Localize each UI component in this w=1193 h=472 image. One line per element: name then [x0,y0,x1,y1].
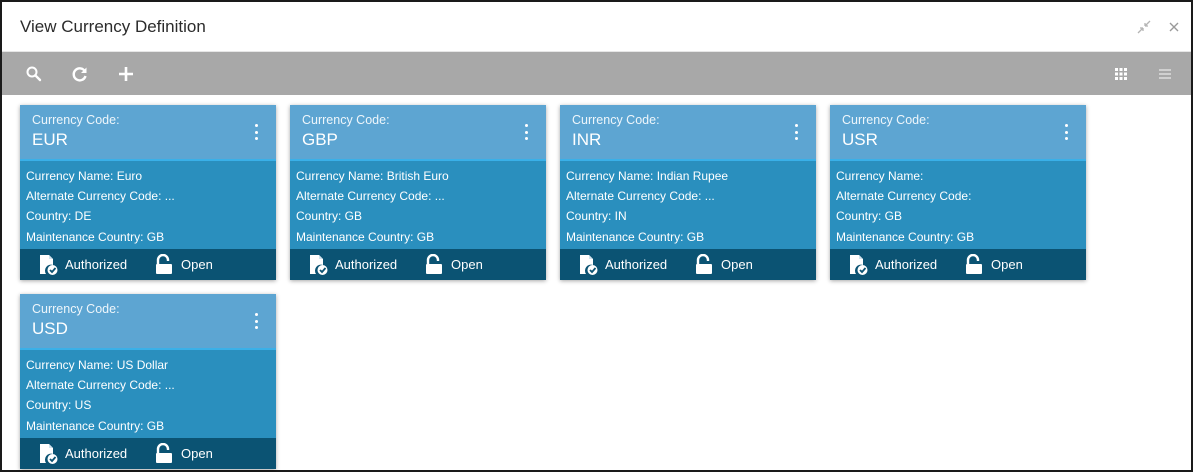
card-footer: Authorized Open [830,249,1086,280]
maintenance-country: Maintenance Country: GB [836,229,975,244]
card-header: Currency Code: USR [830,105,1086,161]
maintenance-country: Maintenance Country: GB [566,229,705,244]
more-options-icon[interactable] [250,311,262,331]
currency-code-label: Currency Code: [32,302,120,316]
open-label: Open [181,257,213,272]
country: Country: GB [836,209,903,224]
country: Country: IN [566,209,627,224]
authorization-status: Authorized [846,253,962,277]
currency-code-value: EUR [32,130,68,149]
window-title: View Currency Definition [20,16,206,36]
open-label: Open [181,446,213,461]
card-details: Currency Name: Alternate Currency Code: … [830,161,1086,249]
card-footer: Authorized Open [20,249,276,280]
maintenance-country: Maintenance Country: GB [296,229,435,244]
unlock-icon [962,253,986,277]
more-options-icon[interactable] [790,122,802,142]
card-header: Currency Code: USD [20,294,276,350]
country: Country: US [26,398,92,413]
card-header: Currency Code: GBP [290,105,546,161]
record-status: Open [422,253,483,277]
card-header: Currency Code: EUR [20,105,276,161]
currency-card[interactable]: Currency Code: INR Currency Name: Indian… [560,105,816,280]
currency-name: Currency Name: Euro [26,169,143,183]
authorized-label: Authorized [605,257,668,272]
authorized-label: Authorized [875,257,938,272]
authorized-label: Authorized [65,257,128,272]
currency-code-label: Currency Code: [32,113,120,127]
view-currency-definition-window: View Currency Definition Currency Code: … [0,0,1193,472]
currency-card[interactable]: Currency Code: USR Currency Name: Altern… [830,105,1086,280]
alternate-currency-code: Alternate Currency Code: ... [26,189,175,204]
window-controls [1135,18,1183,36]
collapse-icon[interactable] [1135,18,1153,36]
maintenance-country: Maintenance Country: GB [26,229,165,244]
authorization-status: Authorized [36,442,152,466]
open-label: Open [991,257,1023,272]
authorization-status: Authorized [36,253,152,277]
alternate-currency-code: Alternate Currency Code: ... [566,189,715,204]
card-footer: Authorized Open [560,249,816,280]
currency-name: Currency Name: [836,169,924,183]
card-footer: Authorized Open [290,249,546,280]
card-details: Currency Name: Euro Alternate Currency C… [20,161,276,249]
card-footer: Authorized Open [20,438,276,469]
authorized-icon [306,253,330,277]
authorized-icon [36,442,60,466]
alternate-currency-code: Alternate Currency Code: ... [26,378,175,393]
unlock-icon [692,253,716,277]
list-view-icon[interactable] [1153,62,1177,86]
unlock-icon [152,442,176,466]
alternate-currency-code: Alternate Currency Code: ... [296,189,445,204]
authorized-icon [846,253,870,277]
currency-code-value: INR [572,130,602,149]
currency-name: Currency Name: British Euro [296,169,449,183]
more-options-icon[interactable] [1060,122,1072,142]
add-icon[interactable] [114,62,138,86]
card-details: Currency Name: Indian Rupee Alternate Cu… [560,161,816,249]
record-status: Open [152,442,213,466]
authorized-label: Authorized [335,257,398,272]
refresh-icon[interactable] [68,62,92,86]
country: Country: GB [296,209,363,224]
card-details: Currency Name: US Dollar Alternate Curre… [20,350,276,438]
toolbar [2,52,1191,95]
currency-card[interactable]: Currency Code: USD Currency Name: US Dol… [20,294,276,469]
currency-code-label: Currency Code: [842,113,930,127]
alternate-currency-code: Alternate Currency Code: [836,189,972,204]
currency-name: Currency Name: Indian Rupee [566,169,729,183]
more-options-icon[interactable] [520,122,532,142]
currency-code-value: USD [32,319,68,338]
record-status: Open [152,253,213,277]
currency-code-value: GBP [302,130,338,149]
country: Country: DE [26,209,92,224]
authorized-icon [576,253,600,277]
authorization-status: Authorized [306,253,422,277]
currency-card[interactable]: Currency Code: GBP Currency Name: Britis… [290,105,546,280]
record-status: Open [692,253,753,277]
currency-code-value: USR [842,130,878,149]
authorized-label: Authorized [65,446,128,461]
currency-card[interactable]: Currency Code: EUR Currency Name: Euro A… [20,105,276,280]
card-header: Currency Code: INR [560,105,816,161]
currency-code-label: Currency Code: [572,113,660,127]
currency-card-grid: Currency Code: EUR Currency Name: Euro A… [2,95,1191,469]
maintenance-country: Maintenance Country: GB [26,418,165,433]
search-icon[interactable] [22,62,46,86]
more-options-icon[interactable] [250,122,262,142]
record-status: Open [962,253,1023,277]
window-titlebar: View Currency Definition [2,2,1191,52]
close-icon[interactable] [1165,18,1183,36]
unlock-icon [152,253,176,277]
card-details: Currency Name: British Euro Alternate Cu… [290,161,546,249]
authorized-icon [36,253,60,277]
authorization-status: Authorized [576,253,692,277]
currency-name: Currency Name: US Dollar [26,358,169,372]
open-label: Open [721,257,753,272]
currency-code-label: Currency Code: [302,113,390,127]
grid-view-icon[interactable] [1109,62,1133,86]
unlock-icon [422,253,446,277]
open-label: Open [451,257,483,272]
